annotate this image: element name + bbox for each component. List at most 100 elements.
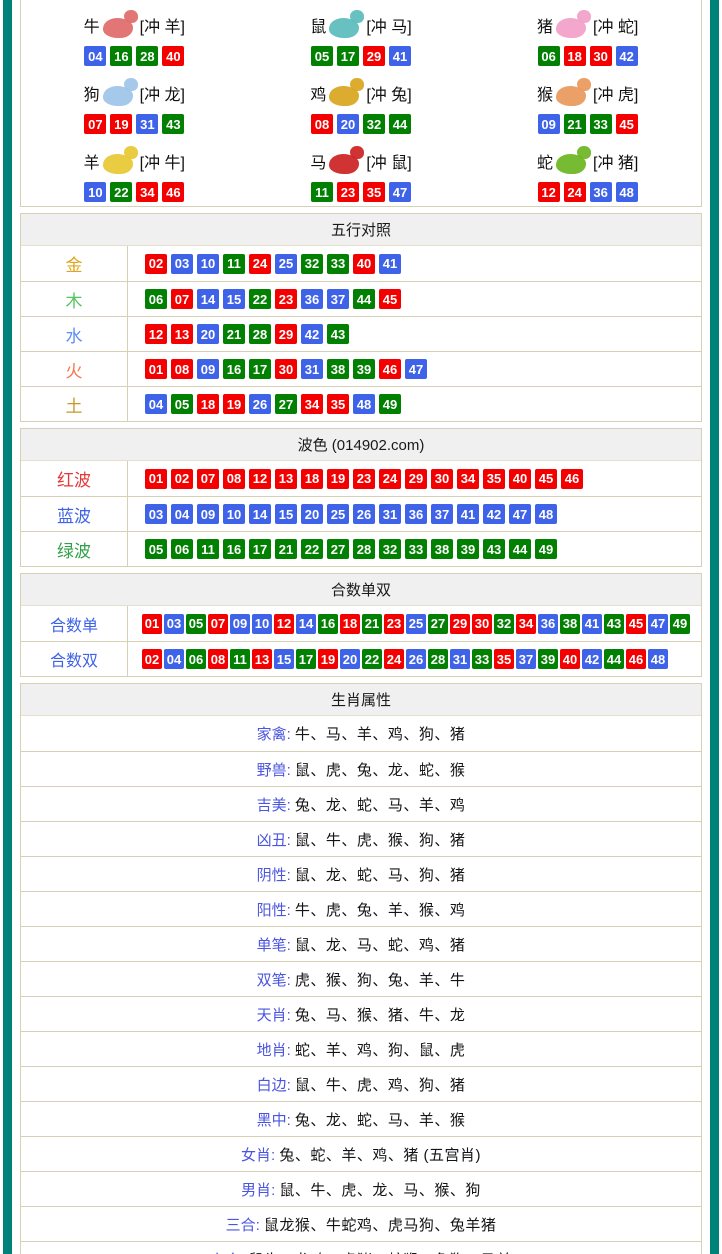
number-chip: 12: [249, 469, 271, 489]
zodiac-cell: 牛[冲 羊]04162840: [21, 1, 248, 69]
number-chip: 44: [389, 114, 411, 134]
number-chip: 19: [223, 394, 245, 414]
number-chip: 37: [431, 504, 453, 524]
row-numbers: 0103050709101214161821232527293032343638…: [127, 606, 701, 641]
number-chip: 26: [249, 394, 271, 414]
attribute-row: 家禽: 牛、马、羊、鸡、狗、猪: [21, 716, 701, 751]
row-numbers: 05061116172122272832333839434449: [127, 532, 701, 566]
attribute-row: 单笔: 鼠、龙、马、蛇、鸡、猪: [21, 926, 701, 961]
zodiac-name: 牛: [84, 13, 100, 37]
number-chip: 15: [223, 289, 245, 309]
number-chip: 06: [186, 649, 206, 669]
page-right-border: [710, 0, 719, 1254]
row-numbers: 1213202128294243: [127, 317, 701, 351]
number-chip: 43: [604, 614, 624, 634]
attribute-label: 天肖:: [257, 1004, 295, 1025]
row-numbers: 0102070812131819232429303435404546: [127, 461, 701, 496]
table-row: 蓝波03040910141520252631363741424748: [21, 496, 701, 531]
number-chip: 19: [327, 469, 349, 489]
attribute-value: 鼠、牛、虎、鸡、狗、猪: [295, 1074, 466, 1095]
number-chip: 09: [197, 504, 219, 524]
number-chip: 47: [509, 504, 531, 524]
row-numbers: 0108091617303138394647: [127, 352, 701, 386]
attribute-value: 鼠、虎、兔、龙、蛇、猴: [295, 759, 466, 780]
number-chip: 10: [252, 614, 272, 634]
attribute-row: 凶丑: 鼠、牛、虎、猴、狗、猪: [21, 821, 701, 856]
zodiac-cell: 羊[冲 牛]10223446: [21, 137, 248, 205]
number-chip: 02: [145, 254, 167, 274]
zodiac-clash-label: [冲 牛]: [140, 149, 185, 173]
row-numbers: 0204060811131517192022242628313335373940…: [127, 642, 701, 676]
number-chip: 12: [538, 182, 560, 202]
zodiac-numbers: 10223446: [84, 182, 184, 202]
number-chip: 13: [252, 649, 272, 669]
number-chip: 35: [494, 649, 514, 669]
zodiac-name-row: 蛇 [冲 猪]: [537, 140, 638, 182]
zodiac-clash-label: [冲 兔]: [366, 81, 411, 105]
rooster-icon: [327, 77, 365, 109]
number-chip: 33: [472, 649, 492, 669]
animal-icon-head: [350, 146, 364, 159]
number-chip: 19: [110, 114, 132, 134]
number-chip: 23: [337, 182, 359, 202]
zodiac-name-row: 鼠[冲 马]: [310, 4, 411, 46]
zodiac-name: 鸡: [310, 81, 326, 105]
number-chip: 18: [340, 614, 360, 634]
zodiac-name-row: 狗[冲 龙]: [84, 72, 185, 114]
number-chip: 40: [162, 46, 184, 66]
attribute-label: 阴性:: [257, 864, 295, 885]
animal-icon-head: [350, 10, 364, 23]
zodiac-numbers: 07193143: [84, 114, 184, 134]
zodiac-name-row: 鸡 [冲 兔]: [310, 72, 411, 114]
number-chip: 25: [275, 254, 297, 274]
number-chip: 30: [472, 614, 492, 634]
attribute-value: 鼠、龙、马、蛇、鸡、猪: [295, 934, 466, 955]
number-chip: 28: [249, 324, 271, 344]
number-chip: 01: [142, 614, 162, 634]
number-chip: 31: [379, 504, 401, 524]
number-chip: 08: [208, 649, 228, 669]
zodiac-clash-label: [冲 龙]: [140, 81, 185, 105]
number-chip: 45: [379, 289, 401, 309]
monkey-icon: [554, 77, 592, 109]
number-chip: 31: [301, 359, 323, 379]
attribute-row: 三合: 鼠龙猴、牛蛇鸡、虎马狗、兔羊猪: [21, 1206, 701, 1241]
animal-icon-head: [124, 78, 138, 91]
number-chip: 04: [171, 504, 193, 524]
number-chip: 11: [223, 254, 245, 274]
zodiac-name: 蛇: [537, 149, 553, 173]
number-chip: 33: [590, 114, 612, 134]
number-chip: 06: [538, 46, 560, 66]
sum-odd-even-rows: 合数单0103050709101214161821232527293032343…: [21, 606, 701, 676]
number-chip: 06: [145, 289, 167, 309]
zodiac-clash-label: [冲 猪]: [593, 149, 638, 173]
number-chip: 02: [171, 469, 193, 489]
zodiac-grid: 牛[冲 羊]04162840鼠[冲 马]05172941猪[冲 蛇]061830…: [21, 0, 701, 206]
content-area: 牛[冲 羊]04162840鼠[冲 马]05172941猪[冲 蛇]061830…: [20, 0, 702, 1254]
attribute-label: 吉美:: [257, 794, 295, 815]
attribute-label: 野兽:: [257, 759, 295, 780]
number-chip: 08: [171, 359, 193, 379]
number-chip: 41: [379, 254, 401, 274]
number-chip: 29: [450, 614, 470, 634]
attribute-label: 白边:: [257, 1074, 295, 1095]
number-chip: 21: [275, 539, 297, 559]
number-chip: 12: [274, 614, 294, 634]
number-chip: 12: [145, 324, 167, 344]
number-chip: 21: [564, 114, 586, 134]
number-chip: 28: [136, 46, 158, 66]
number-chip: 24: [564, 182, 586, 202]
number-chip: 20: [197, 324, 219, 344]
number-chip: 16: [318, 614, 338, 634]
table-row: 木06071415222336374445: [21, 281, 701, 316]
zodiac-attributes-section: 生肖属性 家禽: 牛、马、羊、鸡、狗、猪野兽: 鼠、虎、兔、龙、蛇、猴吉美: 兔…: [20, 683, 702, 1254]
number-chip: 30: [431, 469, 453, 489]
attribute-label: 三合:: [226, 1214, 264, 1235]
number-chip: 43: [162, 114, 184, 134]
zodiac-numbers: 08203244: [311, 114, 411, 134]
number-chip: 48: [648, 649, 668, 669]
number-chip: 23: [353, 469, 375, 489]
row-label: 蓝波: [21, 497, 127, 531]
zodiac-clash-label: [冲 马]: [366, 13, 411, 37]
number-chip: 16: [223, 539, 245, 559]
